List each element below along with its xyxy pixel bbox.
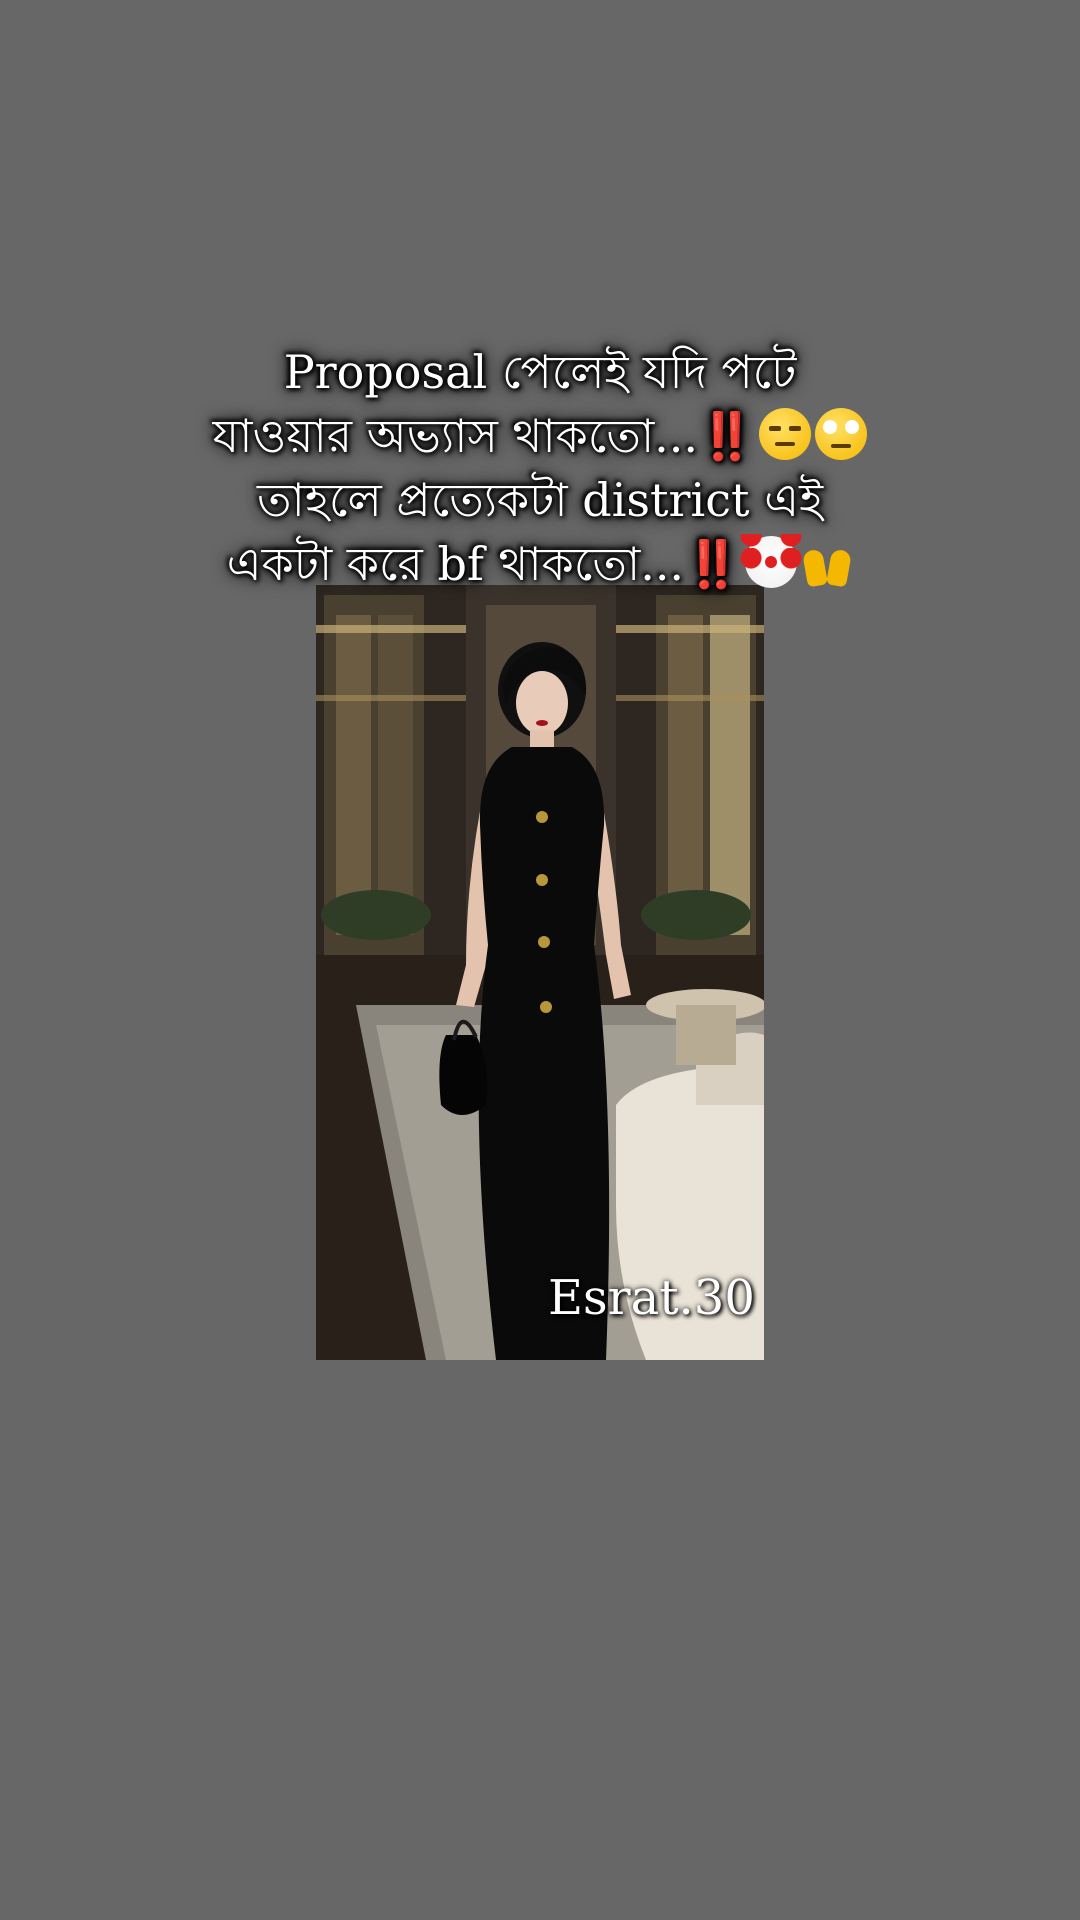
woman-in-black-dress-photo (316, 585, 764, 1360)
caption-line-3: তাহলে প্রত্যেকটা district এই (256, 473, 824, 527)
caption-line-1: Proposal পেলেই যদি পটে (283, 345, 797, 399)
creator-watermark: Esrat.30 (548, 1270, 755, 1326)
video-frame: Proposal পেলেই যদি পটে যাওয়ার অভ্যাস থা… (0, 0, 1080, 1920)
photo-illustration (316, 585, 764, 1360)
unamused-face-icon (759, 408, 812, 460)
caption-line-4-text: একটা করে bf থাকতো...‼️ (226, 537, 742, 591)
raising-hands-icon (801, 536, 853, 588)
face-with-rolling-eyes-icon (815, 408, 868, 460)
clown-face-icon (739, 536, 804, 588)
caption-line-2-text: যাওয়ার অভ্যাস থাকতো...‼️ (212, 409, 756, 463)
caption-line-2: যাওয়ার অভ্যাস থাকতো...‼️ (180, 404, 900, 468)
caption-line-4: একটা করে bf থাকতো...‼️ (180, 532, 900, 596)
caption-overlay: Proposal পেলেই যদি পটে যাওয়ার অভ্যাস থা… (180, 340, 900, 596)
